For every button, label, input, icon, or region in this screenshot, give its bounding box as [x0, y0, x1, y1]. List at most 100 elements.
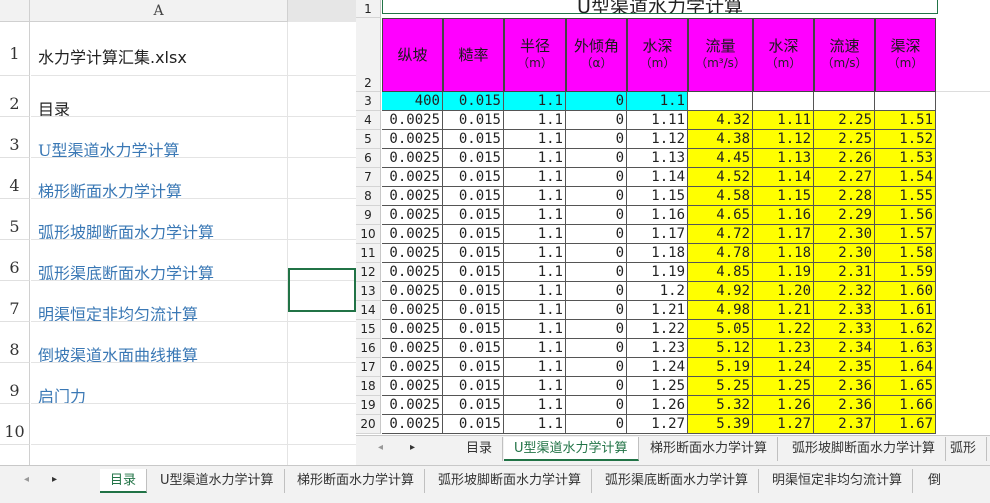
result-cell[interactable]: 1.17	[753, 225, 814, 244]
input-cell[interactable]: 0.0025	[382, 130, 443, 149]
sheet-link-cell[interactable]: U型渠道水力学计算	[31, 117, 288, 158]
sheet-tab[interactable]: 弧形坡脚断面水力学计算	[782, 437, 947, 461]
column-header-b[interactable]	[288, 0, 356, 22]
row-header[interactable]: 4	[356, 111, 381, 130]
result-cell[interactable]: 4.32	[688, 111, 753, 130]
input-cell[interactable]: 0.0025	[382, 244, 443, 263]
input-cell[interactable]: 1.1	[504, 187, 566, 206]
input-cell[interactable]: 0	[566, 358, 627, 377]
column-header-cell[interactable]: 流量 （m³/s）	[688, 18, 753, 92]
result-cell[interactable]: 1.54	[875, 168, 936, 187]
input-cell[interactable]: 0.0025	[382, 301, 443, 320]
result-cell[interactable]: 5.39	[688, 415, 753, 434]
result-cell[interactable]: 2.28	[814, 187, 875, 206]
input-cell[interactable]: 0.0025	[382, 415, 443, 434]
right-scroll-right-arrow-icon[interactable]: ▸	[410, 442, 415, 453]
input-cell[interactable]: 400	[382, 92, 443, 111]
select-all-corner[interactable]	[0, 0, 30, 22]
sheet-tab[interactable]: 弧形渠底断面水力学计算	[595, 469, 760, 493]
input-cell[interactable]: 1.1	[504, 92, 566, 111]
result-cell[interactable]: 1.56	[875, 206, 936, 225]
input-cell[interactable]: 0.015	[443, 244, 504, 263]
sheet-link-cell[interactable]: 倒坡渠道水面曲线推算	[31, 322, 288, 363]
result-cell[interactable]: 4.45	[688, 149, 753, 168]
row-header[interactable]: 10	[356, 225, 381, 244]
input-cell[interactable]: 0.0025	[382, 225, 443, 244]
sheet-title[interactable]: U型渠道水力学计算	[382, 0, 938, 14]
result-cell[interactable]: 5.05	[688, 320, 753, 339]
input-cell[interactable]: 1.1	[504, 396, 566, 415]
input-cell[interactable]: 0.0025	[382, 320, 443, 339]
row-header[interactable]: 3	[0, 117, 30, 158]
cell[interactable]	[288, 322, 356, 363]
input-cell[interactable]: 0.0025	[382, 111, 443, 130]
input-cell[interactable]: 0.0025	[382, 168, 443, 187]
result-cell[interactable]: 5.32	[688, 396, 753, 415]
result-cell[interactable]: 1.57	[875, 225, 936, 244]
input-cell[interactable]: 0	[566, 168, 627, 187]
input-cell[interactable]: 0.0025	[382, 149, 443, 168]
input-cell[interactable]: 0.0025	[382, 282, 443, 301]
input-cell[interactable]: 1.27	[627, 415, 688, 434]
row-header[interactable]: 8	[356, 187, 381, 206]
input-cell[interactable]: 0.015	[443, 149, 504, 168]
sheet-link-cell[interactable]: 弧形坡脚断面水力学计算	[31, 199, 288, 240]
result-cell[interactable]: 1.66	[875, 396, 936, 415]
result-cell[interactable]: 1.61	[875, 301, 936, 320]
result-cell[interactable]: 4.72	[688, 225, 753, 244]
result-cell[interactable]: 2.30	[814, 225, 875, 244]
input-cell[interactable]: 1.1	[504, 263, 566, 282]
result-cell[interactable]: 1.21	[753, 301, 814, 320]
result-cell[interactable]	[814, 92, 875, 111]
row-header[interactable]: 7	[356, 168, 381, 187]
cell[interactable]: 目录	[31, 76, 288, 117]
cell[interactable]: 水力学计算汇集.xlsx	[31, 22, 288, 76]
result-cell[interactable]: 4.98	[688, 301, 753, 320]
input-cell[interactable]: 0	[566, 244, 627, 263]
result-cell[interactable]: 2.31	[814, 263, 875, 282]
sheet-tab[interactable]: 目录	[456, 437, 504, 461]
row-header[interactable]: 11	[356, 244, 381, 263]
sheet-link-cell[interactable]: 启门力	[31, 363, 288, 404]
row-header[interactable]: 10	[0, 404, 30, 445]
result-cell[interactable]: 5.25	[688, 377, 753, 396]
sheet-link-cell[interactable]: 弧形渠底断面水力学计算	[31, 240, 288, 281]
input-cell[interactable]: 1.21	[627, 301, 688, 320]
result-cell[interactable]: 1.59	[875, 263, 936, 282]
result-cell[interactable]: 4.38	[688, 130, 753, 149]
result-cell[interactable]: 1.22	[753, 320, 814, 339]
input-cell[interactable]: 0	[566, 187, 627, 206]
result-cell[interactable]: 5.12	[688, 339, 753, 358]
input-cell[interactable]: 1.14	[627, 168, 688, 187]
selected-cell[interactable]	[288, 268, 356, 312]
input-cell[interactable]: 0.015	[443, 187, 504, 206]
column-header-cell[interactable]: 纵坡	[382, 18, 443, 92]
input-cell[interactable]: 1.24	[627, 358, 688, 377]
cell[interactable]	[288, 22, 356, 76]
input-cell[interactable]: 1.15	[627, 187, 688, 206]
result-cell[interactable]: 1.12	[753, 130, 814, 149]
result-cell[interactable]: 1.64	[875, 358, 936, 377]
result-cell[interactable]: 4.52	[688, 168, 753, 187]
right-scroll-left-arrow-icon[interactable]: ◂	[378, 442, 383, 453]
input-cell[interactable]: 1.1	[504, 111, 566, 130]
input-cell[interactable]: 0.015	[443, 282, 504, 301]
input-cell[interactable]: 0	[566, 263, 627, 282]
result-cell[interactable]: 1.25	[753, 377, 814, 396]
sheet-tab[interactable]: 明渠恒定非均匀流计算	[762, 469, 914, 493]
input-cell[interactable]: 0.015	[443, 358, 504, 377]
row-header[interactable]: 18	[356, 377, 381, 396]
row-header[interactable]: 12	[356, 263, 381, 282]
result-cell[interactable]: 1.14	[753, 168, 814, 187]
input-cell[interactable]: 0.015	[443, 225, 504, 244]
input-cell[interactable]: 0.015	[443, 206, 504, 225]
result-cell[interactable]: 2.29	[814, 206, 875, 225]
result-cell[interactable]: 2.34	[814, 339, 875, 358]
row-header[interactable]: 2	[356, 18, 381, 92]
input-cell[interactable]: 1.17	[627, 225, 688, 244]
cell[interactable]	[288, 199, 356, 240]
result-cell[interactable]	[753, 92, 814, 111]
row-header[interactable]: 9	[356, 206, 381, 225]
column-header-cell[interactable]: 渠深 （m）	[875, 18, 936, 92]
input-cell[interactable]: 1.23	[627, 339, 688, 358]
